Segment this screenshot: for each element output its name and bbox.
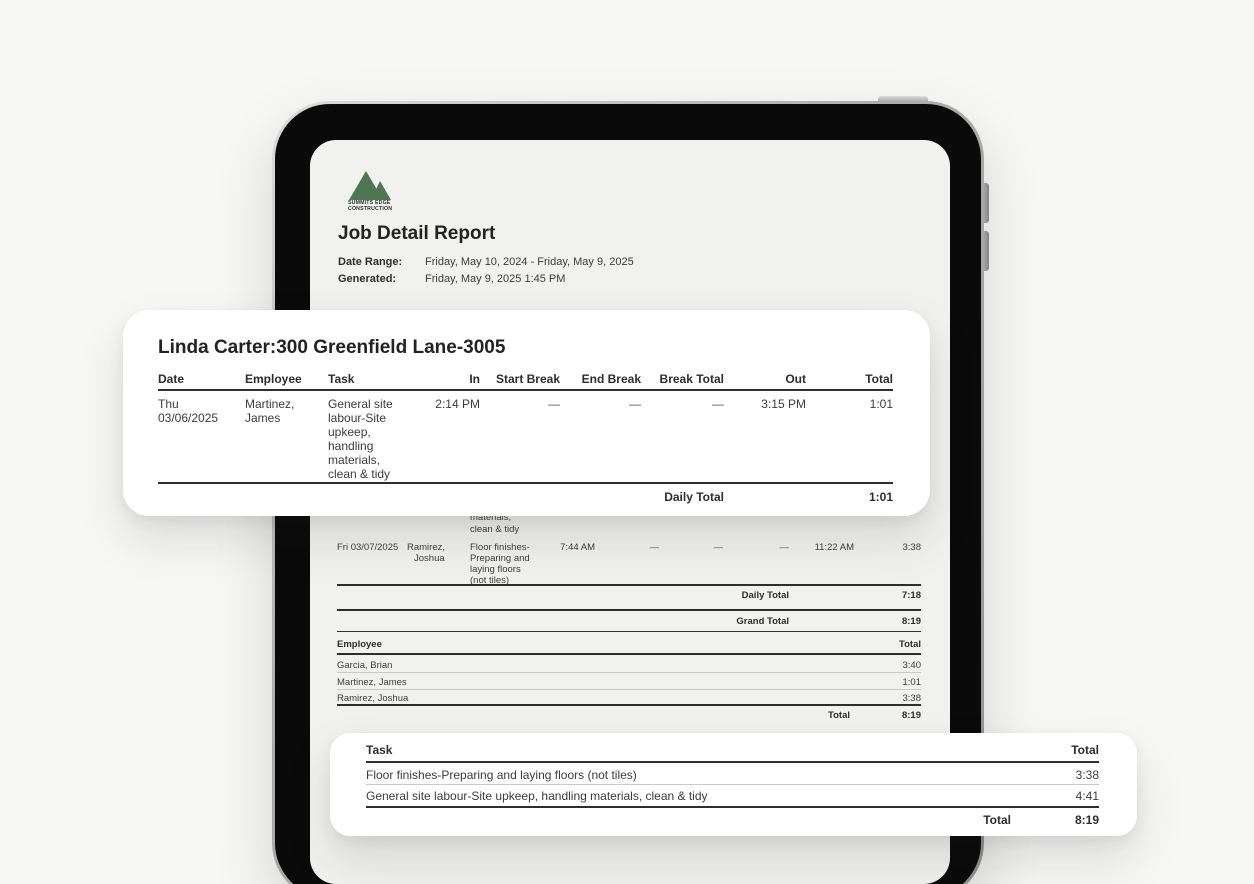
task-row-label: Floor finishes-Preparing and laying floo… [366,768,637,782]
employee-row-total: 3:40 [902,660,922,671]
task-col-header: Task [366,743,393,757]
mountain-logo-icon [349,171,391,200]
task-row-total: 3:38 [1075,768,1099,782]
row-task: clean & tidy [328,467,391,481]
employee-summary-footer-label: Total [828,710,850,721]
row-employee: Martinez, [245,397,295,411]
bg-daily-total-label: Daily Total [741,590,789,601]
employee-summary-footer-value: 8:19 [901,710,921,721]
col-end-break: End Break [581,372,641,386]
row-task: handling [328,439,374,453]
generated-label: Generated: [338,273,397,285]
bg-row-task: Floor finishes- [470,542,530,553]
divider [158,389,893,391]
employee-row-name: Garcia, Brian [337,660,393,671]
bg-grand-total-value: 8:19 [901,616,921,627]
divider [158,482,893,484]
row-in: 2:14 PM [435,397,480,411]
divider [366,806,1099,808]
generated-value: Friday, May 9, 2025 1:45 PM [425,273,566,285]
divider [337,653,921,655]
task-row-total: 4:41 [1075,789,1099,803]
row-employee: James [245,411,281,425]
bg-row-out: 11:22 AM [814,542,854,553]
divider [337,689,921,690]
bg-row-employee: Joshua [414,553,445,564]
row-task: upkeep, [328,425,371,439]
col-date: Date [158,372,185,386]
bg-row-date: Fri 03/07/2025 [337,542,399,553]
employee-summary-header: Employee [337,639,382,650]
divider [337,609,921,611]
task-footer-value: 8:19 [1074,813,1099,827]
bg-row-end-break: — [713,542,724,553]
employee-row-name: Martinez, James [337,677,407,688]
bg-row-start-break: — [649,542,660,553]
row-start-break: — [548,397,560,411]
daily-total-value: 1:01 [868,490,893,504]
row-end-break: — [629,397,641,411]
company-logo: SUMMITS EDGE CONSTRUCTION [348,170,394,214]
divider [337,704,921,706]
logo-line2: CONSTRUCTION [348,205,393,212]
bg-grand-total-label: Grand Total [736,616,789,627]
marketing-screenshot: SUMMITS EDGE CONSTRUCTION Job Detail Rep… [0,0,1254,884]
col-total: Total [865,372,893,386]
employee-row-name: Ramirez, Joshua [337,693,409,704]
row-out: 3:15 PM [761,397,806,411]
bg-row-task: Preparing and [470,553,530,564]
divider [337,584,921,586]
row-task: materials, [328,453,381,467]
employee-row-total: 3:38 [902,693,922,704]
detail-callout-card: Linda Carter:300 Greenfield Lane-3005 Da… [123,310,930,516]
divider [366,761,1099,763]
total-col-header: Total [1071,743,1099,757]
task-footer-label: Total [983,813,1011,827]
bg-row-total: 3:38 [902,542,922,553]
employee-row-total: 1:01 [902,677,922,688]
col-task: Task [328,372,355,386]
bg-daily-total-value: 7:18 [901,590,921,601]
row-break-total: — [712,397,724,411]
date-range-value: Friday, May 10, 2024 - Friday, May 9, 20… [425,256,634,268]
col-start-break: Start Break [495,372,560,386]
row-task: General site [328,397,393,411]
task-row-label: General site labour-Site upkeep, handlin… [366,789,708,803]
task-summary-card: Task Total Floor finishes-Preparing and … [330,733,1137,836]
report-title: Job Detail Report [338,223,496,244]
row-date: Thu [158,397,179,411]
col-out: Out [785,372,806,386]
divider [366,784,1099,785]
date-range-label: Date Range: [338,256,403,268]
col-in: In [469,372,480,386]
employee-summary-total-header: Total [899,639,921,650]
row-date: 03/06/2025 [158,411,219,425]
job-heading: Linda Carter:300 Greenfield Lane-3005 [158,337,506,358]
bg-row-task: laying floors [470,564,521,575]
divider [337,631,921,632]
col-employee: Employee [245,372,302,386]
row-task: labour-Site [328,411,387,425]
logo-caption: SUMMITS EDGE CONSTRUCTION [348,200,394,212]
bg-task-tail-line: clean & tidy [470,524,520,535]
col-break-total: Break Total [659,372,724,386]
row-total: 1:01 [869,397,893,411]
divider [337,672,921,673]
bg-row-break-total: — [779,542,790,553]
bg-row-in: 7:44 AM [560,542,595,553]
daily-total-label: Daily Total [664,490,724,504]
bg-row-employee: Ramirez, [407,542,446,553]
